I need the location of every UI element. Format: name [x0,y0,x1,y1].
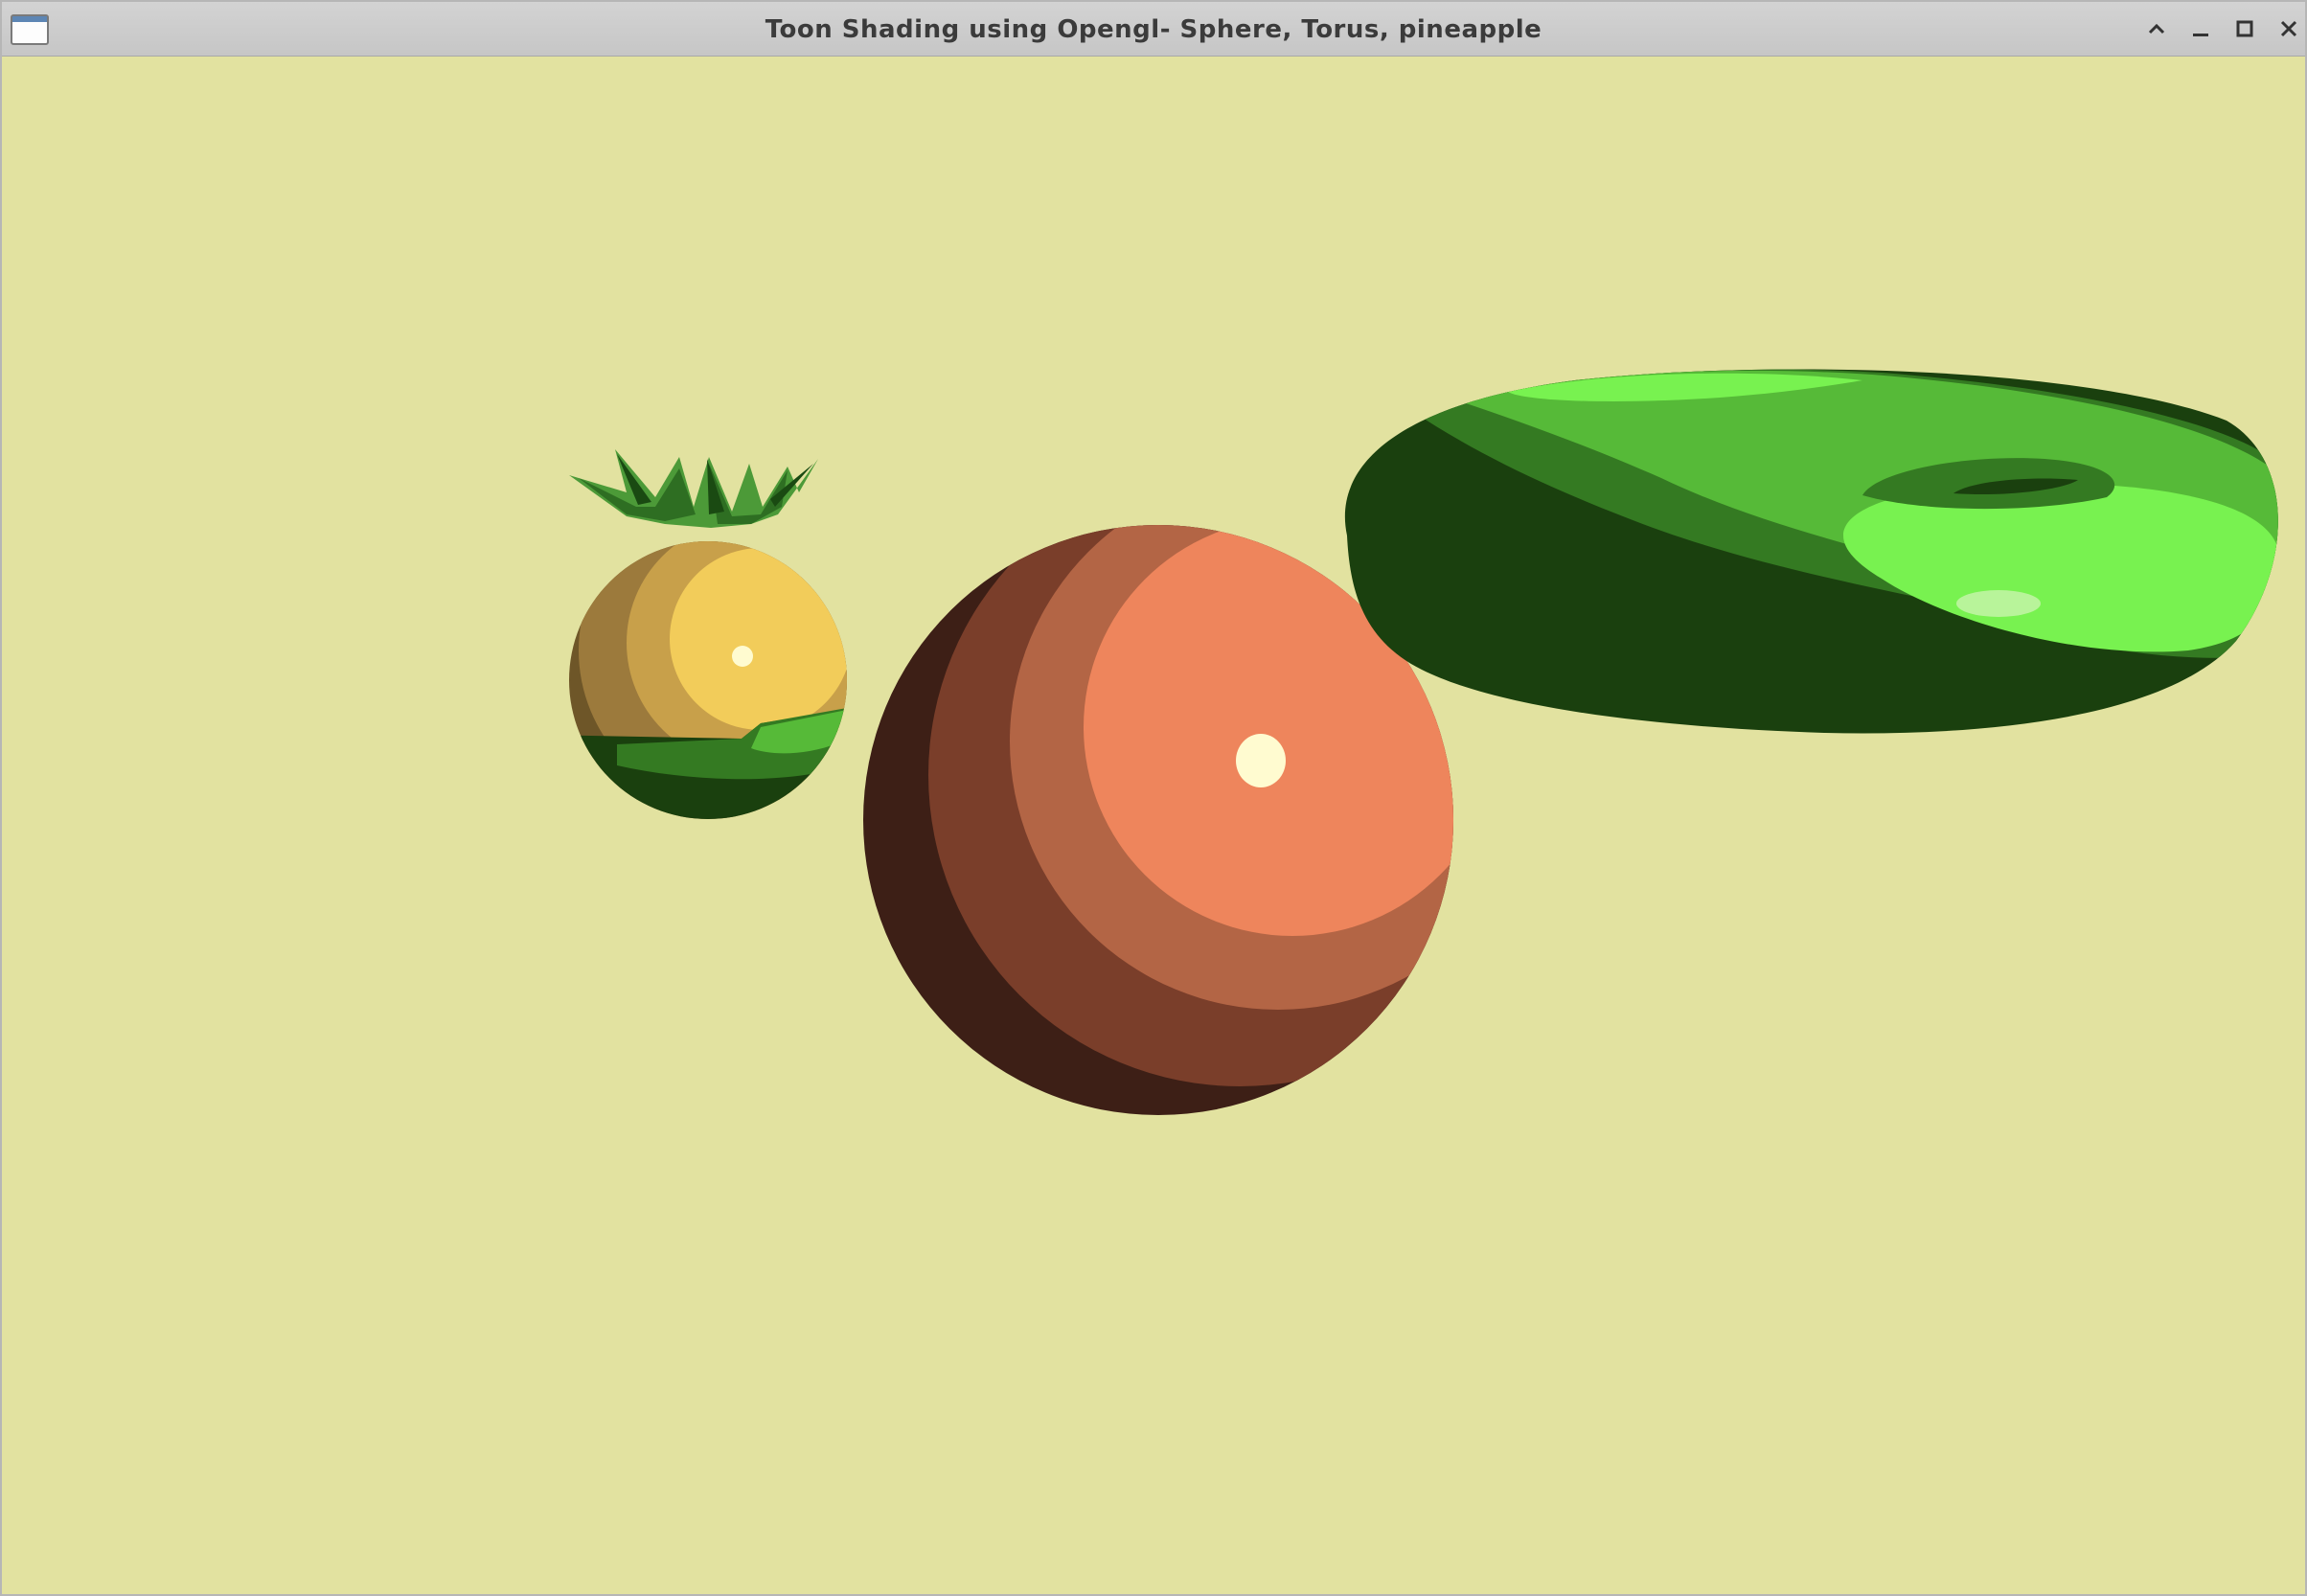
title-bar[interactable]: Toon Shading using Opengl- Sphere, Torus… [2,2,2305,57]
close-icon[interactable] [2273,13,2304,44]
window-title: Toon Shading using Opengl- Sphere, Torus… [765,15,1542,44]
pineapple-leaves [569,449,818,528]
opengl-canvas[interactable] [4,57,2305,1594]
pineapple-body [569,541,847,819]
minimize-icon[interactable] [2185,13,2216,44]
torus [1344,369,2278,734]
maximize-icon[interactable] [2229,13,2260,44]
scene-render [569,369,2278,1115]
app-window: Toon Shading using Opengl- Sphere, Torus… [0,0,2307,1596]
chevron-up-icon[interactable] [2141,13,2172,44]
